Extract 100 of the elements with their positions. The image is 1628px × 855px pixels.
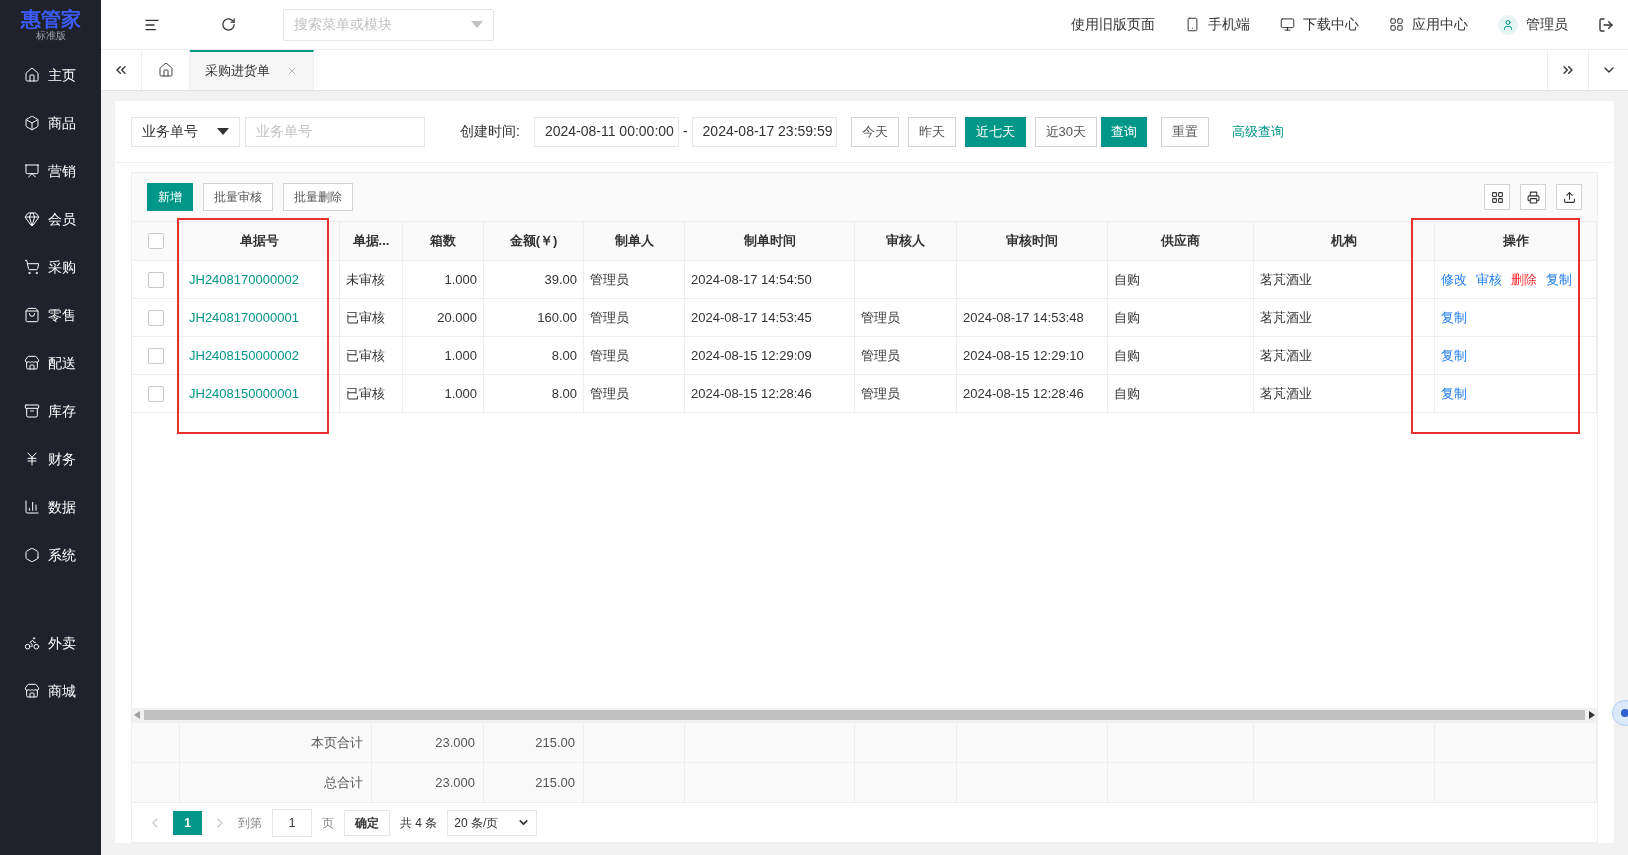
date-range-button[interactable]: 今天 xyxy=(850,116,899,147)
refresh-icon[interactable] xyxy=(221,17,236,32)
sidebar-item[interactable]: 主页 xyxy=(0,51,101,99)
sidebar-item[interactable]: 系统 xyxy=(0,531,101,579)
sidebar-item[interactable]: 商品 xyxy=(0,99,101,147)
sidebar-item[interactable]: 采购 xyxy=(0,243,101,291)
sidebar-item[interactable]: 财务 xyxy=(0,435,101,483)
toolbar-button[interactable]: 批量删除 xyxy=(283,183,353,211)
table-cell-text: 2024-08-17 14:53:48 xyxy=(963,308,1084,327)
sidebar-item[interactable]: 零售 xyxy=(0,291,101,339)
date-range-button[interactable]: 昨天 xyxy=(907,116,956,147)
action-link[interactable]: 复制 xyxy=(1441,307,1467,328)
home-icon[interactable] xyxy=(157,62,174,78)
table-cell-text: 茗芃酒业 xyxy=(1260,384,1312,403)
goto-label: 到第 xyxy=(238,814,262,832)
edition-label: 标准版 xyxy=(35,30,66,42)
document-number-link[interactable]: JH2408170000002 xyxy=(186,269,299,290)
table-cell-text: 自购 xyxy=(1114,270,1140,289)
table-cell-text: 管理员 xyxy=(590,384,629,403)
header-link[interactable]: 应用中心 xyxy=(1389,14,1468,35)
caret-icon xyxy=(217,128,229,135)
cart-icon xyxy=(24,259,40,275)
checkbox[interactable] xyxy=(147,309,164,326)
table-cell-text: 2024-08-15 12:28:46 xyxy=(691,384,812,403)
monitor-icon xyxy=(1280,17,1295,32)
table-cell-text: 自购 xyxy=(1114,384,1140,403)
header-link[interactable]: 下载中心 xyxy=(1280,14,1359,35)
delete-link[interactable]: 删除 xyxy=(1511,269,1537,290)
toolbar-button[interactable]: 新增 xyxy=(147,183,193,211)
table-cell-text: 已审核 xyxy=(346,384,385,403)
header-link[interactable]: 手机端 xyxy=(1185,14,1250,35)
reset-button[interactable]: 重置 xyxy=(1161,116,1210,147)
columns-button[interactable] xyxy=(1484,184,1510,210)
page-size-select[interactable]: 20 条/页 xyxy=(447,809,538,836)
bar-chart-icon xyxy=(24,499,40,515)
table-cell-text: 1.000 xyxy=(444,346,477,365)
sidebar-item[interactable]: 会员 xyxy=(0,195,101,243)
header-link[interactable]: 使用旧版页面 xyxy=(1071,14,1155,35)
sidebar-item[interactable]: 外卖 xyxy=(0,619,101,667)
export-button[interactable] xyxy=(1556,184,1582,210)
sidebar-item[interactable]: 营销 xyxy=(0,147,101,195)
table-cell-text: 1.000 xyxy=(444,270,477,289)
table-cell-text: 自购 xyxy=(1114,346,1140,365)
document-number-link[interactable]: JH2408150000002 xyxy=(186,345,299,366)
page-input[interactable]: 1 xyxy=(272,808,312,837)
checkbox[interactable] xyxy=(147,233,164,249)
page-button[interactable]: 1 xyxy=(173,810,202,835)
drawer-icon xyxy=(24,403,40,419)
header-link[interactable]: 管理员 xyxy=(1498,14,1568,35)
table-cell-text: 茗芃酒业 xyxy=(1260,346,1312,365)
action-link[interactable]: 审核 xyxy=(1476,269,1502,290)
action-link[interactable]: 复制 xyxy=(1546,269,1572,290)
summary-value: 215.00 xyxy=(535,733,575,752)
advanced-search-link[interactable]: 高级查询 xyxy=(1232,121,1285,142)
sidebar-item[interactable]: 商城 xyxy=(0,667,101,715)
horizontal-scrollbar[interactable] xyxy=(144,710,1585,720)
table-cell-text: 20.000 xyxy=(437,308,477,327)
column-header: 箱数 xyxy=(403,222,484,260)
grid-icon xyxy=(1389,17,1404,32)
store-icon xyxy=(24,683,40,699)
column-header: 审核时间 xyxy=(957,222,1108,260)
column-header: 制单人 xyxy=(584,222,685,260)
date-separator: - xyxy=(682,122,688,141)
diamond-icon xyxy=(24,211,40,227)
page-tab[interactable]: 采购进货单 xyxy=(190,50,314,90)
summary-label: 总合计 xyxy=(324,773,363,792)
table-cell-text: 2024-08-15 12:29:10 xyxy=(963,346,1084,365)
document-number-link[interactable]: JH2408150000001 xyxy=(186,383,299,404)
checkbox[interactable] xyxy=(147,347,164,364)
logout-icon[interactable] xyxy=(1598,16,1614,33)
table-cell-text: 已审核 xyxy=(346,308,385,327)
action-link[interactable]: 修改 xyxy=(1441,269,1467,290)
start-date-field[interactable]: 2024-08-11 00:00:00 xyxy=(533,116,679,147)
field-select[interactable]: 业务单号 xyxy=(131,116,240,147)
checkbox[interactable] xyxy=(147,271,164,288)
table-cell-text: 管理员 xyxy=(861,308,900,327)
column-header: 操作 xyxy=(1435,222,1597,260)
scroll-right-icon[interactable] xyxy=(1589,711,1595,719)
table-cell-text: 管理员 xyxy=(590,270,629,289)
store-icon xyxy=(24,355,40,371)
table-cell-text: 2024-08-15 12:29:09 xyxy=(691,346,812,365)
date-range-button[interactable]: 近30天 xyxy=(1034,116,1098,147)
end-date-field[interactable]: 2024-08-17 23:59:59 xyxy=(691,116,837,147)
date-range-button[interactable]: 近七天 xyxy=(964,116,1026,147)
action-link[interactable]: 复制 xyxy=(1441,345,1467,366)
query-button[interactable]: 查询 xyxy=(1101,116,1148,147)
table-cell-text: 2024-08-17 14:54:50 xyxy=(691,270,812,289)
sidebar-item[interactable]: 数据 xyxy=(0,483,101,531)
toolbar-button[interactable]: 批量审核 xyxy=(203,183,273,211)
document-number-link[interactable]: JH2408170000001 xyxy=(186,307,299,328)
confirm-button[interactable]: 确定 xyxy=(344,809,390,836)
action-link[interactable]: 复制 xyxy=(1441,383,1467,404)
caret-icon xyxy=(471,21,483,28)
print-button[interactable] xyxy=(1520,184,1546,210)
sidebar-item[interactable]: 库存 xyxy=(0,387,101,435)
sidebar-item[interactable]: 配送 xyxy=(0,339,101,387)
table-cell-text: 管理员 xyxy=(590,346,629,365)
page-unit: 页 xyxy=(322,814,334,832)
table-cell-text: 茗芃酒业 xyxy=(1260,270,1312,289)
checkbox[interactable] xyxy=(147,385,164,402)
